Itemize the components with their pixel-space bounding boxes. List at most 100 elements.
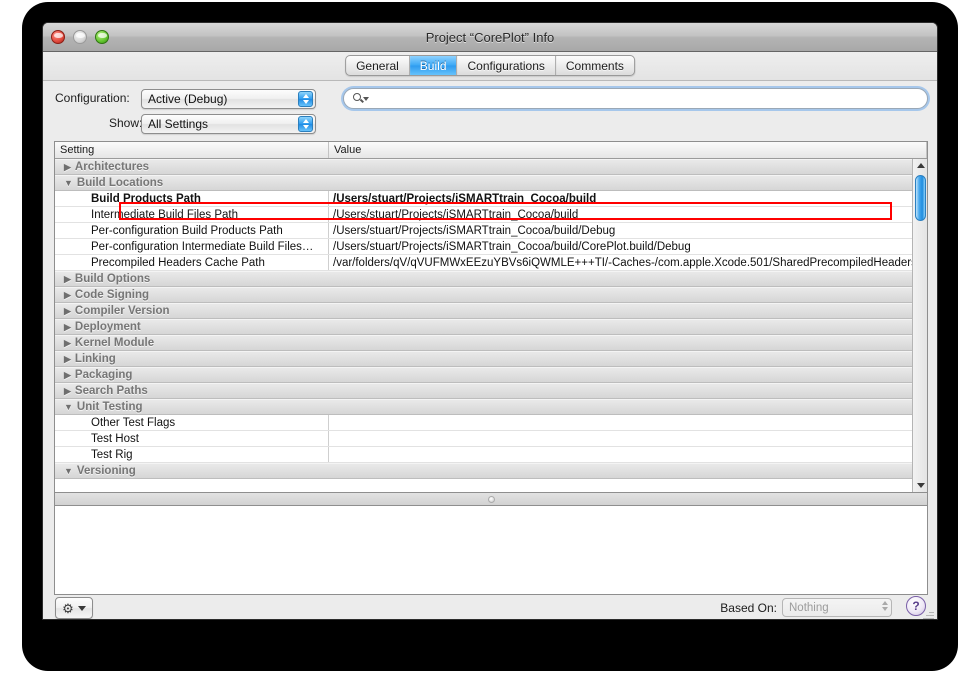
resize-grip-icon[interactable]	[922, 608, 934, 619]
triangle-down-icon[interactable]	[913, 479, 927, 492]
setting-value[interactable]: /Users/stuart/Projects/iSMARTtrain_Cocoa…	[329, 239, 927, 254]
setting-value[interactable]	[329, 431, 927, 446]
close-button[interactable]	[51, 30, 65, 44]
group-row-linking[interactable]: ▶ Linking	[55, 351, 927, 367]
table-row[interactable]: Test Rig	[55, 447, 927, 463]
group-row-architectures[interactable]: ▶ Architectures	[55, 159, 927, 175]
window-titlebar: Project “CorePlot” Info	[43, 23, 937, 52]
chevron-down-icon: ▼	[64, 177, 73, 188]
configuration-dropdown[interactable]: Active (Debug)	[141, 89, 316, 109]
chevron-right-icon: ▶	[64, 353, 71, 364]
setting-name: Build Products Path	[55, 191, 329, 206]
based-on-dropdown[interactable]: Nothing	[782, 598, 892, 617]
chevron-right-icon: ▶	[64, 369, 71, 380]
chevron-down-icon	[77, 605, 86, 611]
table-row[interactable]: Intermediate Build Files Path /Users/stu…	[55, 207, 927, 223]
group-row-search-paths[interactable]: ▶ Search Paths	[55, 383, 927, 399]
group-label: Linking	[74, 353, 116, 365]
show-dropdown-value: All Settings	[148, 117, 209, 131]
setting-name: Test Host	[55, 431, 329, 446]
window-title: Project “CorePlot” Info	[425, 29, 555, 45]
table-header: Setting Value	[55, 142, 927, 159]
chevron-right-icon: ▶	[64, 337, 71, 348]
search-icon	[353, 93, 369, 104]
group-row-kernel-module[interactable]: ▶ Kernel Module	[55, 335, 927, 351]
setting-name: Precompiled Headers Cache Path	[55, 255, 329, 270]
group-label: Search Paths	[74, 385, 148, 397]
window-controls	[51, 30, 109, 44]
group-row-versioning[interactable]: ▼ Versioning	[55, 463, 927, 479]
tab-build[interactable]: Build	[409, 56, 458, 75]
group-label: Kernel Module	[74, 337, 155, 349]
chevron-right-icon: ▶	[64, 321, 71, 332]
group-row-build-options[interactable]: ▶ Build Options	[55, 271, 927, 287]
project-info-window: Project “CorePlot” Info General Build Co…	[42, 22, 938, 620]
table-vertical-scrollbar[interactable]	[912, 159, 927, 492]
setting-value[interactable]	[329, 415, 927, 430]
setting-detail-pane[interactable]	[54, 505, 928, 595]
chevron-right-icon: ▶	[64, 385, 71, 396]
table-row[interactable]: Precompiled Headers Cache Path /var/fold…	[55, 255, 927, 271]
table-row[interactable]: Test Host	[55, 431, 927, 447]
chevron-updown-icon	[298, 91, 313, 107]
group-label: Code Signing	[74, 289, 150, 301]
tab-configurations[interactable]: Configurations	[457, 56, 556, 75]
setting-name: Per-configuration Intermediate Build Fil…	[55, 239, 329, 254]
group-label: Deployment	[74, 321, 141, 333]
setting-value[interactable]: /var/folders/qV/qVUFMWxEEzuYBVs6iQWMLE++…	[329, 255, 927, 270]
chevron-down-icon: ▼	[64, 401, 73, 412]
based-on-label: Based On:	[720, 601, 777, 615]
zoom-button[interactable]	[95, 30, 109, 44]
column-header-setting[interactable]: Setting	[55, 142, 329, 158]
setting-name: Intermediate Build Files Path	[55, 207, 329, 222]
action-menu-button[interactable]: ⚙	[55, 597, 93, 619]
chevron-right-icon: ▶	[64, 161, 71, 172]
table-row[interactable]: Per-configuration Build Products Path /U…	[55, 223, 927, 239]
setting-value[interactable]: /Users/stuart/Projects/iSMARTtrain_Cocoa…	[329, 191, 927, 206]
based-on-value: Nothing	[789, 601, 829, 614]
chevron-updown-icon	[298, 116, 313, 132]
configuration-label: Configuration:	[55, 91, 130, 105]
chevron-updown-icon	[882, 601, 888, 611]
table-body: ▶ Architectures ▼ Build Locations Build …	[55, 159, 927, 492]
table-row[interactable]: Per-configuration Intermediate Build Fil…	[55, 239, 927, 255]
configuration-dropdown-value: Active (Debug)	[148, 92, 228, 106]
group-label: Packaging	[74, 369, 133, 381]
tab-general[interactable]: General	[346, 56, 410, 75]
gear-icon: ⚙	[62, 600, 74, 616]
group-row-compiler-version[interactable]: ▶ Compiler Version	[55, 303, 927, 319]
group-label: Compiler Version	[74, 305, 170, 317]
setting-name: Per-configuration Build Products Path	[55, 223, 329, 238]
group-row-build-locations[interactable]: ▼ Build Locations	[55, 175, 927, 191]
splitter-handle[interactable]	[54, 493, 928, 505]
chevron-right-icon: ▶	[64, 273, 71, 284]
setting-name: Other Test Flags	[55, 415, 329, 430]
group-row-code-signing[interactable]: ▶ Code Signing	[55, 287, 927, 303]
configuration-area: Configuration: Active (Debug) Show: All …	[43, 81, 937, 134]
group-row-deployment[interactable]: ▶ Deployment	[55, 319, 927, 335]
chevron-right-icon: ▶	[64, 305, 71, 316]
tab-strip: General Build Configurations Comments	[43, 52, 937, 81]
column-header-value[interactable]: Value	[329, 142, 927, 158]
minimize-button[interactable]	[73, 30, 87, 44]
setting-value[interactable]	[329, 447, 927, 462]
table-row[interactable]: Build Products Path /Users/stuart/Projec…	[55, 191, 927, 207]
triangle-up-icon[interactable]	[913, 159, 927, 172]
show-dropdown[interactable]: All Settings	[141, 114, 316, 134]
table-row[interactable]: Other Test Flags	[55, 415, 927, 431]
window-footer: ⚙ Based On: Nothing ?	[43, 596, 937, 619]
setting-value[interactable]: /Users/stuart/Projects/iSMARTtrain_Cocoa…	[329, 207, 927, 222]
search-field[interactable]	[343, 88, 928, 109]
group-label: Architectures	[74, 161, 150, 173]
group-label: Unit Testing	[76, 401, 143, 413]
chevron-down-icon: ▼	[64, 465, 73, 476]
setting-value[interactable]: /Users/stuart/Projects/iSMARTtrain_Cocoa…	[329, 223, 927, 238]
scrollbar-thumb[interactable]	[915, 175, 926, 221]
group-row-packaging[interactable]: ▶ Packaging	[55, 367, 927, 383]
build-settings-table: Setting Value ▶ Architectures ▼ Build Lo…	[54, 141, 928, 493]
tab-comments[interactable]: Comments	[556, 56, 634, 75]
setting-name: Test Rig	[55, 447, 329, 462]
splitter-dot-icon	[487, 495, 495, 503]
group-label: Build Options	[74, 273, 151, 285]
group-row-unit-testing[interactable]: ▼ Unit Testing	[55, 399, 927, 415]
